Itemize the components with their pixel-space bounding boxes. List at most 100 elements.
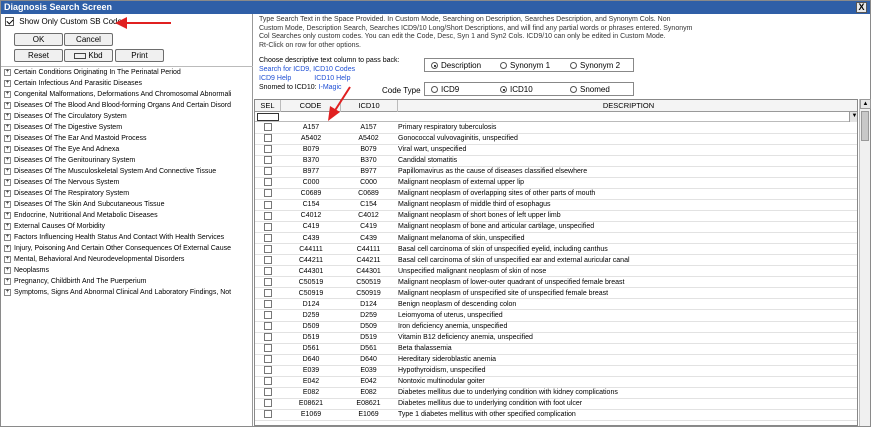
row-icd10[interactable]: A157: [341, 123, 396, 134]
radio-snomed[interactable]: Snomed: [570, 85, 610, 94]
tree-item[interactable]: + Injury, Poisoning And Certain Other Con…: [1, 243, 253, 254]
row-icd10[interactable]: C439: [341, 234, 396, 245]
row-icd10[interactable]: C0689: [341, 189, 396, 200]
table-row[interactable]: C44111 C44111 Basal cell carcinoma of skin…: [255, 244, 857, 256]
row-code[interactable]: C000: [281, 178, 341, 189]
row-icd10[interactable]: B370: [341, 156, 396, 167]
table-row[interactable]: C439 C439 Malignant melanoma of skin, unsp…: [255, 233, 857, 245]
row-icd10[interactable]: D519: [341, 333, 396, 344]
row-code[interactable]: C44301: [281, 267, 341, 278]
row-icd10[interactable]: D640: [341, 355, 396, 366]
col-header-sel[interactable]: SEL: [255, 100, 281, 112]
row-icd10[interactable]: C000: [341, 178, 396, 189]
table-row[interactable]: B977 B977 Papillomavirus as the cause of d…: [255, 167, 857, 178]
row-select-checkbox[interactable]: [264, 377, 272, 386]
row-icd10[interactable]: B079: [341, 145, 396, 156]
row-code[interactable]: C44211: [281, 256, 341, 267]
row-code[interactable]: B977: [281, 167, 341, 178]
row-code[interactable]: D561: [281, 344, 341, 355]
row-description[interactable]: Malignant neoplasm of unspecified site o…: [398, 289, 857, 300]
row-description[interactable]: Beta thalassemia: [398, 344, 857, 355]
row-icd10[interactable]: D509: [341, 322, 396, 333]
row-code[interactable]: C419: [281, 222, 341, 233]
row-select-checkbox[interactable]: [264, 222, 272, 231]
row-icd10[interactable]: D259: [341, 311, 396, 322]
row-select-checkbox[interactable]: [264, 266, 272, 275]
row-select-checkbox[interactable]: [264, 366, 272, 375]
row-icd10[interactable]: A5402: [341, 134, 396, 145]
expand-icon[interactable]: +: [4, 288, 11, 296]
expand-icon[interactable]: +: [4, 123, 11, 131]
row-code[interactable]: A157: [281, 123, 341, 134]
tree-item[interactable]: + Diseases Of The Musculoskeletal System …: [1, 166, 253, 177]
row-icd10[interactable]: C50919: [341, 289, 396, 300]
expand-icon[interactable]: +: [4, 167, 11, 175]
row-icd10[interactable]: E042: [341, 377, 396, 388]
row-code[interactable]: C44111: [281, 245, 341, 256]
row-description[interactable]: Candidal stomatitis: [398, 156, 857, 167]
keyboard-button[interactable]: Kbd: [64, 49, 113, 62]
tree-item[interactable]: + Mental, Behavioral And Neurodevelopment…: [1, 254, 253, 265]
row-description[interactable]: Malignant neoplasm of middle third of es…: [398, 200, 857, 211]
row-code[interactable]: D259: [281, 311, 341, 322]
tree-item[interactable]: + Diseases Of The Circulatory System: [1, 111, 253, 122]
row-select-checkbox[interactable]: [264, 189, 272, 198]
row-select-checkbox[interactable]: [264, 322, 272, 331]
table-row[interactable]: C000 C000 Malignant neoplasm of external u…: [255, 178, 857, 189]
row-select-checkbox[interactable]: [264, 288, 272, 297]
col-header-code[interactable]: CODE: [281, 100, 341, 112]
row-icd10[interactable]: D124: [341, 300, 396, 311]
row-select-checkbox[interactable]: [264, 178, 272, 187]
expand-icon[interactable]: +: [4, 244, 11, 252]
cancel-button[interactable]: Cancel: [64, 33, 113, 46]
row-select-checkbox[interactable]: [264, 233, 272, 242]
table-row[interactable]: E1069 E1069 Type 1 diabetes mellitus with …: [255, 410, 857, 421]
expand-icon[interactable]: +: [4, 255, 11, 263]
expand-icon[interactable]: +: [4, 134, 11, 142]
row-description[interactable]: Basal cell carcinoma of skin of unspecif…: [398, 256, 857, 267]
table-row[interactable]: E082 E082 Diabetes mellitus due to underly…: [255, 388, 857, 399]
row-icd10[interactable]: E1069: [341, 410, 396, 421]
scroll-thumb[interactable]: [861, 111, 869, 141]
show-only-custom-checkbox[interactable]: [5, 17, 14, 27]
table-row[interactable]: A157 A157 Primary respiratory tuberculosis: [255, 123, 857, 134]
row-icd10[interactable]: E082: [341, 388, 396, 399]
table-row[interactable]: E042 E042 Nontoxic multinodular goiter: [255, 377, 857, 388]
row-select-checkbox[interactable]: [264, 311, 272, 319]
row-description[interactable]: Gonococcal vulvovaginitis, unspecified: [398, 134, 857, 145]
tree-item[interactable]: + Diseases Of The Respiratory System: [1, 188, 253, 199]
row-code[interactable]: B079: [281, 145, 341, 156]
table-row[interactable]: D509 D509 Iron deficiency anemia, unspecif…: [255, 322, 857, 333]
expand-icon[interactable]: +: [4, 266, 11, 274]
scroll-up-icon[interactable]: ▲: [860, 99, 871, 109]
expand-icon[interactable]: +: [4, 211, 11, 219]
row-select-checkbox[interactable]: [264, 277, 272, 286]
col-header-icd10[interactable]: ICD10: [341, 100, 398, 112]
row-select-checkbox[interactable]: [264, 333, 272, 342]
tree-item[interactable]: + Endocrine, Nutritional And Metabolic Di…: [1, 210, 253, 221]
table-row[interactable]: E08621 E08621 Diabetes mellitus due to und…: [255, 399, 857, 410]
row-description[interactable]: Basal cell carcinoma of skin of unspecif…: [398, 245, 857, 256]
row-description[interactable]: Nontoxic multinodular goiter: [398, 377, 857, 388]
row-select-checkbox[interactable]: [264, 299, 272, 308]
tree-item[interactable]: + Neoplasms: [1, 265, 253, 276]
row-code[interactable]: C0689: [281, 189, 341, 200]
row-select-checkbox[interactable]: [264, 388, 272, 397]
tree-item[interactable]: + Congenital Malformations, Deformations …: [1, 89, 253, 100]
table-row[interactable]: A5402 A5402 Gonococcal vulvovaginitis, uns…: [255, 134, 857, 145]
row-code[interactable]: C154: [281, 200, 341, 211]
row-select-checkbox[interactable]: [264, 355, 272, 364]
row-description[interactable]: Type 1 diabetes mellitus with other spec…: [398, 410, 857, 421]
table-row[interactable]: C4012 C4012 Malignant neoplasm of short bo…: [255, 211, 857, 223]
close-icon[interactable]: X: [856, 2, 867, 13]
row-code[interactable]: E039: [281, 366, 341, 377]
tree-item[interactable]: + Certain Conditions Originating In The P…: [1, 67, 253, 78]
row-code[interactable]: C50519: [281, 278, 341, 289]
row-description[interactable]: Primary respiratory tuberculosis: [398, 123, 857, 134]
tree-item[interactable]: + Diseases Of The Blood And Blood-forming…: [1, 100, 253, 111]
show-only-custom-checkbox-row[interactable]: Show Only Custom SB Codes: [5, 17, 126, 27]
row-icd10[interactable]: C154: [341, 200, 396, 211]
expand-icon[interactable]: +: [4, 79, 11, 87]
row-description[interactable]: Diabetes mellitus due to underlying cond…: [398, 388, 857, 399]
row-description[interactable]: Malignant neoplasm of overlapping sites …: [398, 189, 857, 200]
